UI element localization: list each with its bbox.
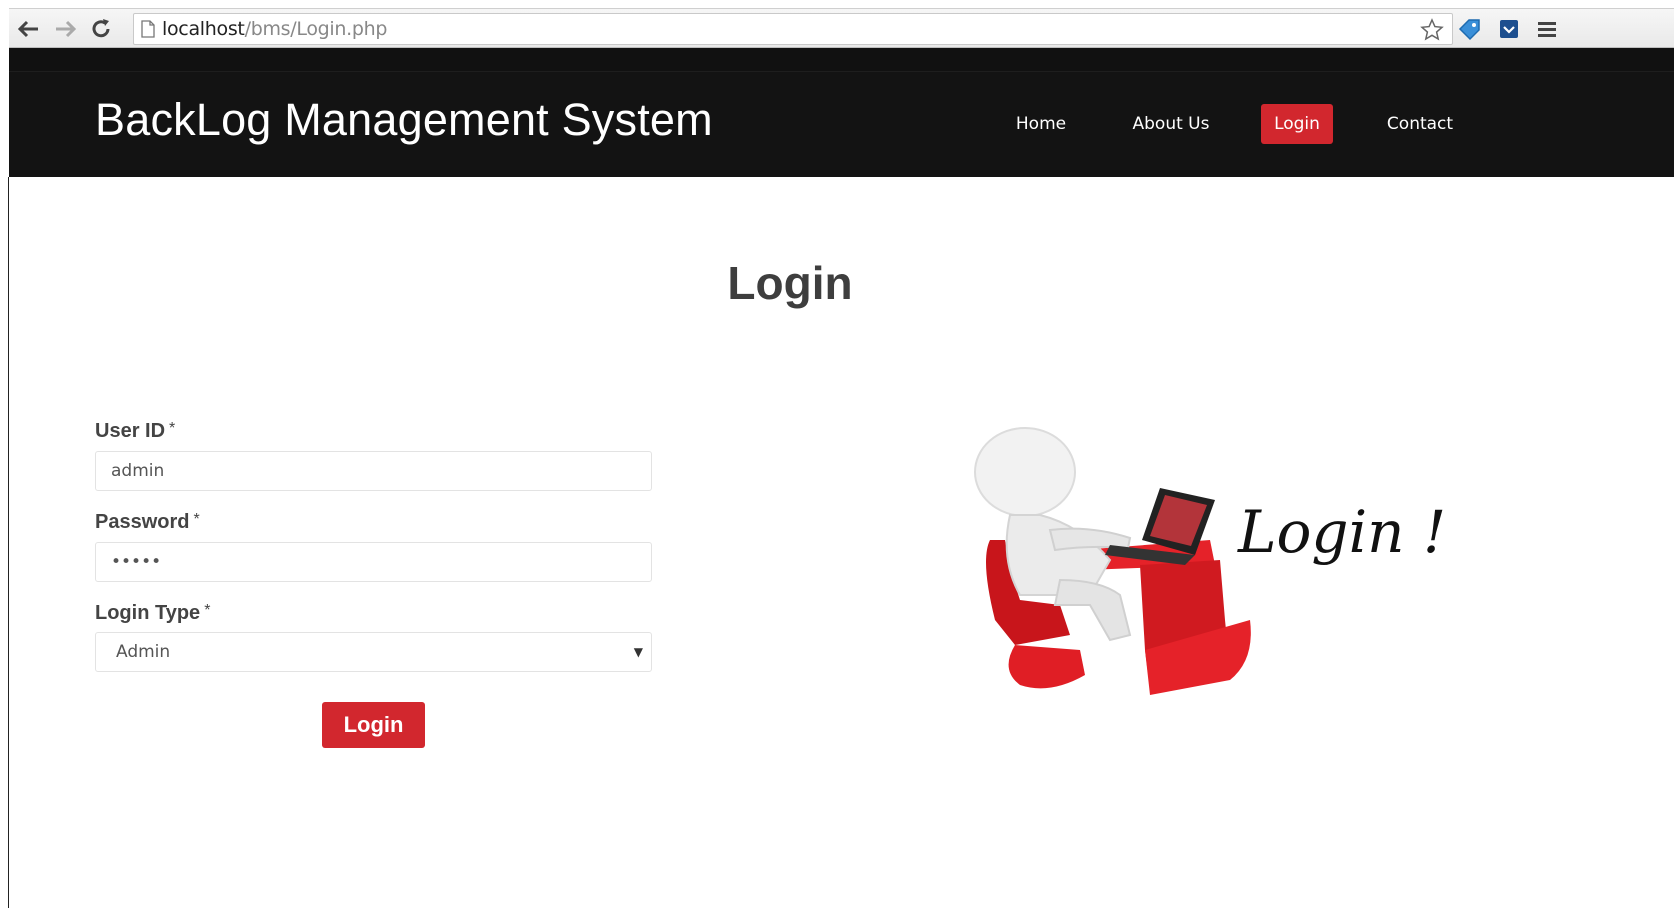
password-label: Password * xyxy=(95,511,200,534)
login-type-label: Login Type * xyxy=(95,602,210,625)
figure-head xyxy=(974,427,1076,517)
user-id-input[interactable]: admin xyxy=(95,451,652,491)
user-id-label-text: User ID xyxy=(95,420,166,442)
password-input[interactable]: ••••• xyxy=(95,542,652,582)
menu-hamburger-icon[interactable] xyxy=(1533,15,1561,43)
url-path: /bms/Login.php xyxy=(244,18,388,40)
user-id-label: User ID * xyxy=(95,420,175,443)
password-label-text: Password xyxy=(95,511,190,533)
site-header: BackLog Management System Home About Us … xyxy=(9,72,1674,177)
nav-home[interactable]: Home xyxy=(1001,104,1081,144)
required-mark: * xyxy=(169,420,176,437)
forward-arrow-icon[interactable] xyxy=(51,15,79,43)
pocket-extension-icon[interactable] xyxy=(1495,15,1523,43)
illustration-login-text: Login ! xyxy=(1237,498,1446,566)
chair-base xyxy=(1008,645,1085,689)
required-mark: * xyxy=(193,511,200,528)
login-type-value: Admin xyxy=(116,642,171,662)
nav-about-us[interactable]: About Us xyxy=(1121,104,1221,144)
bookmark-star-icon[interactable] xyxy=(1418,16,1446,44)
page-icon xyxy=(134,14,162,44)
login-illustration: Login ! xyxy=(974,427,1446,695)
chevron-down-icon: ▼ xyxy=(633,645,643,659)
login-type-label-text: Login Type xyxy=(95,602,201,624)
tag-extension-icon[interactable] xyxy=(1456,15,1484,43)
nav-login[interactable]: Login xyxy=(1261,104,1333,144)
reload-icon[interactable] xyxy=(87,15,115,43)
page-title: Login xyxy=(727,257,853,309)
password-value: ••••• xyxy=(111,552,162,572)
login-type-select[interactable]: Admin ▼ xyxy=(95,632,652,672)
required-mark: * xyxy=(204,602,211,619)
back-arrow-icon[interactable] xyxy=(15,15,43,43)
site-brand[interactable]: BackLog Management System xyxy=(95,94,713,146)
user-id-value: admin xyxy=(111,461,165,481)
browser-toolbar: localhost/bms/Login.php xyxy=(9,8,1674,48)
url-host: localhost xyxy=(162,18,245,40)
nav-contact[interactable]: Contact xyxy=(1375,104,1465,144)
url-text: localhost/bms/Login.php xyxy=(162,18,387,40)
address-bar[interactable]: localhost/bms/Login.php xyxy=(133,13,1453,45)
header-top-strip xyxy=(9,48,1674,72)
login-submit-button[interactable]: Login xyxy=(322,702,425,748)
